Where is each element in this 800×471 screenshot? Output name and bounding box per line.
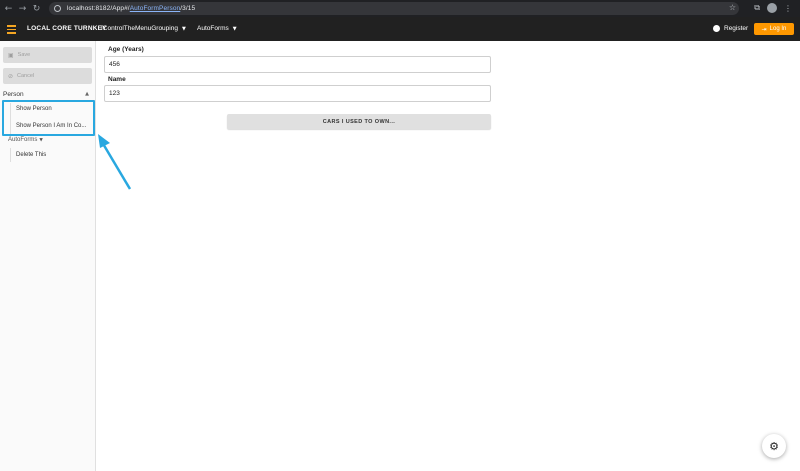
hamburger-menu-icon[interactable] — [7, 25, 16, 36]
caret-down-icon: ▼ — [181, 26, 186, 32]
extensions-icon[interactable]: ⧉ — [754, 3, 760, 13]
browser-actions: ⧉ ⋮ — [754, 3, 792, 13]
cars-i-used-to-own-button[interactable]: CARS I USED TO OWN... — [227, 114, 491, 129]
forward-icon[interactable]: → — [17, 4, 28, 14]
settings-gear-icon[interactable]: ⚙ — [762, 434, 786, 458]
reload-icon[interactable]: ↻ — [31, 4, 42, 14]
chevron-up-icon: ▲ — [85, 91, 89, 97]
annotation-highlight-box — [2, 100, 95, 136]
caret-down-icon: ▼ — [232, 26, 237, 32]
bookmark-star-icon[interactable]: ☆ — [729, 3, 736, 12]
register-button[interactable]: Register — [713, 25, 748, 32]
section-person[interactable]: Person ▲ — [3, 91, 91, 98]
cancel-circle-icon: ⊘ — [8, 72, 14, 80]
account-icon — [713, 25, 720, 32]
address-bar[interactable]: localhost:8182/App#/AutoFormPerson/3/15 … — [49, 2, 739, 15]
site-info-icon[interactable] — [54, 5, 61, 12]
name-input[interactable]: 123 — [104, 85, 491, 102]
login-button[interactable]: ⇥ Log In — [754, 23, 794, 35]
age-input[interactable]: 456 — [104, 56, 491, 73]
nav-indent-line — [10, 148, 11, 162]
sidebar-item-delete-this[interactable]: Delete This — [16, 152, 46, 158]
browser-menu-icon[interactable]: ⋮ — [784, 4, 792, 13]
name-label: Name — [108, 76, 126, 83]
login-icon: ⇥ — [761, 25, 767, 33]
age-label: Age (Years) — [108, 46, 144, 53]
cancel-button[interactable]: ⊘ Cancel — [3, 68, 92, 84]
floppy-disk-icon: ▣ — [8, 51, 14, 59]
app-brand[interactable]: LOCAL CORE TURNKEY — [27, 25, 107, 32]
back-icon[interactable]: ← — [3, 4, 14, 14]
url-text[interactable]: localhost:8182/App#/AutoFormPerson/3/15 — [67, 5, 195, 12]
section-autoforms[interactable]: AutoForms ▼ — [8, 137, 43, 143]
app-bar: LOCAL CORE TURNKEY IControlTheMenuGroupi… — [0, 17, 800, 41]
menu-icontrolthemenugrouping[interactable]: IControlTheMenuGrouping ▼ — [101, 25, 186, 32]
save-button[interactable]: ▣ Save — [3, 47, 92, 63]
chevron-down-icon: ▼ — [39, 138, 43, 143]
profile-avatar[interactable] — [767, 3, 777, 13]
menu-autoforms[interactable]: AutoForms ▼ — [197, 25, 237, 32]
